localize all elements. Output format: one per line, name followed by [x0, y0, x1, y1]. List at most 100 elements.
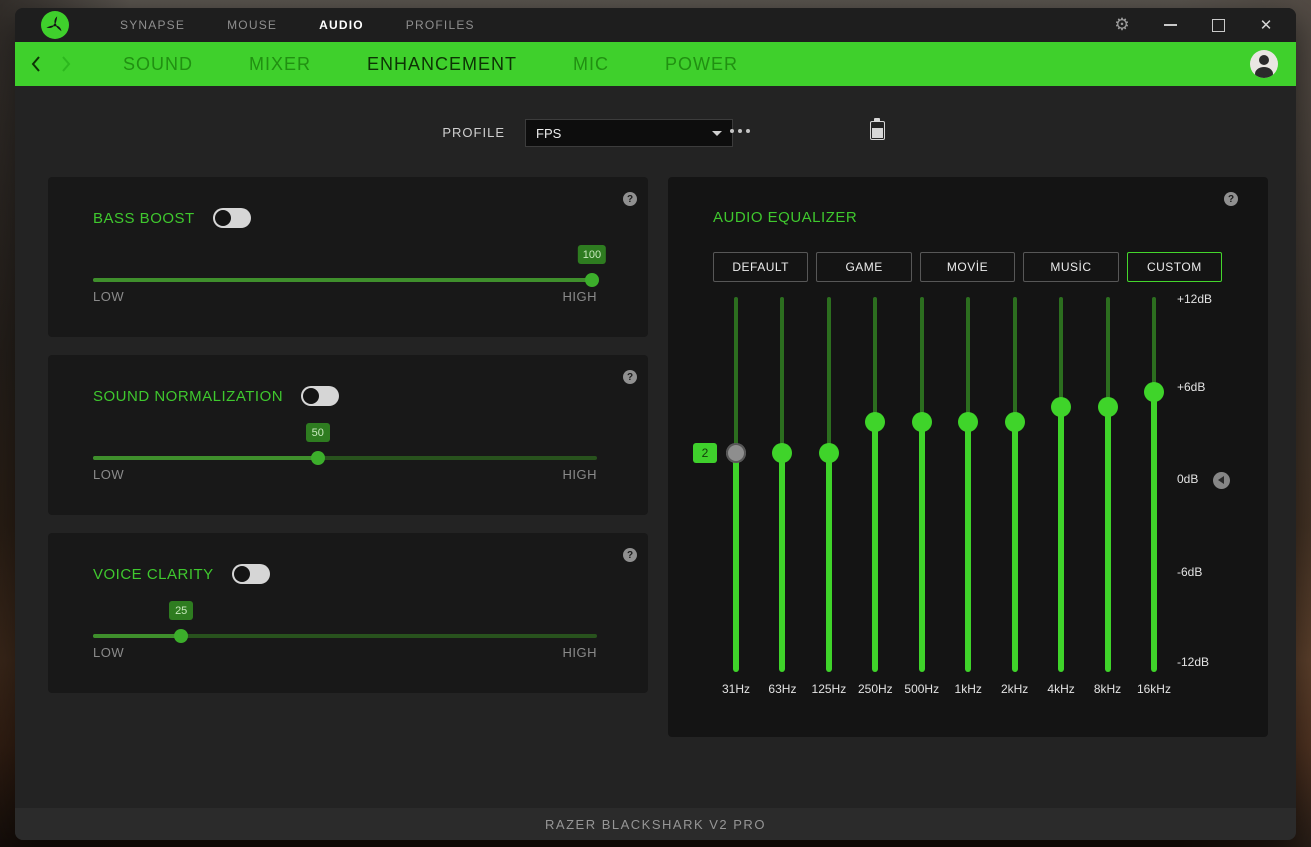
synapse-window: SYNAPSE MOUSE AUDIO PROFILES ⚙ ✕ SOUND MIXER… [15, 8, 1296, 840]
sound-normalization-title: SOUND NORMALIZATION [93, 387, 284, 405]
eq-slider-125hz[interactable] [818, 442, 839, 463]
eq-drag-value-badge: 2 [693, 442, 717, 463]
equalizer-plot: 2 +12dB +6dB 0dB -6dB -12dB [668, 292, 1268, 672]
back-arrow-icon[interactable] [21, 49, 51, 79]
preset-custom[interactable]: CUSTOM [1126, 252, 1223, 282]
voice-clarity-slider-knob[interactable] [174, 629, 189, 643]
nav-tab-mic[interactable]: MIC [545, 42, 637, 86]
maximize-button[interactable] [1204, 11, 1232, 39]
freq-label-500hz: 500Hz [904, 682, 940, 696]
avatar-person-icon [1259, 55, 1269, 65]
help-icon[interactable]: ? [623, 548, 637, 562]
help-icon[interactable]: ? [623, 370, 637, 384]
nav-tab-mixer[interactable]: MIXER [221, 42, 339, 86]
titlebar-tab-synapse[interactable]: SYNAPSE [99, 8, 206, 42]
freq-label-16khz: 16kHz [1136, 682, 1171, 696]
scale-label-0db: 0dB [1177, 472, 1199, 486]
freq-label-2khz: 2kHz [1000, 682, 1029, 696]
bass-boost-title: BASS BOOST [93, 209, 195, 227]
sound-normalization-max-label: HIGH [562, 467, 597, 482]
eq-slider-250hz[interactable] [865, 412, 886, 433]
titlebar-tab-audio[interactable]: AUDIO [298, 8, 385, 42]
sub-navigation-bar: SOUND MIXER ENHANCEMENT MIC POWER [15, 42, 1296, 86]
main-content: PROFILE FPS BASS BOOST? 100 LOW HIGH SOUND N… [15, 86, 1296, 808]
voice-clarity-title: VOICE CLARITY [93, 565, 214, 583]
footer-bar: RAZER BLACKSHARK V2 PRO [15, 808, 1296, 840]
scale-label-6db: -6dB [1177, 565, 1203, 579]
eq-slider-8khz[interactable] [1097, 397, 1118, 417]
freq-label-63hz: 63Hz [768, 682, 797, 696]
eq-slider-16khz[interactable] [1143, 381, 1164, 402]
settings-gear-icon[interactable]: ⚙ [1108, 11, 1136, 39]
close-button[interactable]: ✕ [1252, 11, 1280, 39]
minimize-icon [1163, 24, 1177, 26]
more-options-icon[interactable] [730, 129, 750, 133]
voice-clarity-card: VOICE CLARITY? 25 LOW HIGH [48, 533, 648, 693]
profile-label: PROFILE [442, 125, 505, 140]
bass-boost-card: BASS BOOST? 100 LOW HIGH [48, 177, 648, 337]
freq-label-1khz: 1kHz [954, 682, 982, 696]
eq-slider-63hz[interactable] [772, 442, 793, 463]
battery-icon [870, 118, 885, 140]
freq-label-8khz: 8kHz [1093, 682, 1122, 696]
freq-label-31hz: 31Hz [721, 682, 751, 696]
avatar[interactable] [1250, 50, 1278, 78]
sound-normalization-toggle[interactable] [301, 386, 340, 406]
audio-equalizer-card: AUDIO EQUALIZER ? DEFAULT GAME MOVİE MUSİC C… [668, 177, 1268, 737]
help-icon[interactable]: ? [623, 192, 637, 206]
eq-slider-1khz[interactable] [958, 412, 979, 433]
eq-slider-4khz[interactable] [1051, 397, 1072, 417]
eq-slider-500hz[interactable] [911, 412, 932, 433]
sound-normalization-card: SOUND NORMALIZATION? 50 LOW HIGH [48, 355, 648, 515]
minimize-button[interactable] [1156, 11, 1184, 39]
eq-slider-31hz[interactable] [726, 442, 746, 463]
equalizer-presets: DEFAULT GAME MOVİE MUSİC CUSTOM [713, 252, 1223, 282]
scale-label-12db: -12dB [1177, 655, 1210, 669]
nav-tab-sound[interactable]: SOUND [95, 42, 221, 86]
profile-dropdown[interactable]: FPS [525, 119, 733, 147]
equalizer-frequency-labels: 31Hz 63Hz 125Hz 250Hz 500Hz 1kHz 2kHz 4kHz 8kHz 1… [668, 682, 1268, 698]
bass-boost-value-badge: 100 [577, 245, 607, 264]
preset-game[interactable]: GAME [816, 252, 912, 282]
eq-slider-2khz[interactable] [1004, 412, 1025, 433]
titlebar: SYNAPSE MOUSE AUDIO PROFILES ⚙ ✕ [15, 8, 1296, 42]
preset-default[interactable]: DEFAULT [713, 252, 809, 282]
device-name: RAZER BLACKSHARK V2 PRO [545, 816, 766, 832]
preset-movi-e[interactable]: MOVİE [919, 252, 1016, 282]
chevron-down-icon [712, 130, 722, 136]
sound-normalization-value-badge: 50 [305, 423, 330, 442]
help-icon[interactable]: ? [1224, 192, 1238, 206]
freq-label-250hz: 250Hz [857, 682, 893, 696]
voice-clarity-min-label: LOW [93, 645, 125, 660]
voice-clarity-max-label: HIGH [562, 645, 597, 660]
voice-clarity-slider[interactable]: 25 LOW HIGH [93, 601, 597, 663]
titlebar-tab-mouse[interactable]: MOUSE [206, 8, 298, 42]
bass-boost-max-label: HIGH [562, 289, 597, 304]
bass-boost-toggle[interactable] [212, 208, 251, 228]
titlebar-tabs: SYNAPSE MOUSE AUDIO PROFILES [99, 8, 496, 42]
nav-tab-enhancement[interactable]: ENHANCEMENT [339, 42, 545, 86]
profile-selected-value: FPS [536, 125, 562, 141]
window-controls: ⚙ ✕ [1108, 11, 1296, 39]
maximize-icon [1211, 18, 1225, 32]
sound-normalization-slider-knob[interactable] [310, 451, 325, 465]
audio-section-tabs: SOUND MIXER ENHANCEMENT MIC POWER [95, 42, 766, 86]
nav-tab-power[interactable]: POWER [637, 42, 766, 86]
bass-boost-slider[interactable]: 100 LOW HIGH [93, 245, 607, 307]
bass-boost-slider-knob[interactable] [584, 273, 599, 287]
titlebar-tab-profiles[interactable]: PROFILES [385, 8, 496, 42]
razer-logo-icon[interactable] [41, 11, 69, 39]
voice-clarity-value-badge: 25 [169, 601, 194, 620]
razer-triskelion-icon [46, 16, 62, 32]
freq-label-125hz: 125Hz [811, 682, 847, 696]
scale-label-6db: +6dB [1177, 380, 1206, 394]
sound-normalization-min-label: LOW [93, 467, 125, 482]
reset-chevron-left-icon[interactable] [1213, 471, 1230, 489]
sound-normalization-slider[interactable]: 50 LOW HIGH [93, 423, 597, 485]
voice-clarity-toggle[interactable] [231, 564, 270, 584]
preset-musi-c[interactable]: MUSİC [1023, 252, 1119, 282]
forward-arrow-icon[interactable] [51, 49, 81, 79]
bass-boost-min-label: LOW [93, 289, 125, 304]
equalizer-title: AUDIO EQUALIZER [713, 209, 858, 226]
freq-label-4khz: 4kHz [1047, 682, 1075, 696]
